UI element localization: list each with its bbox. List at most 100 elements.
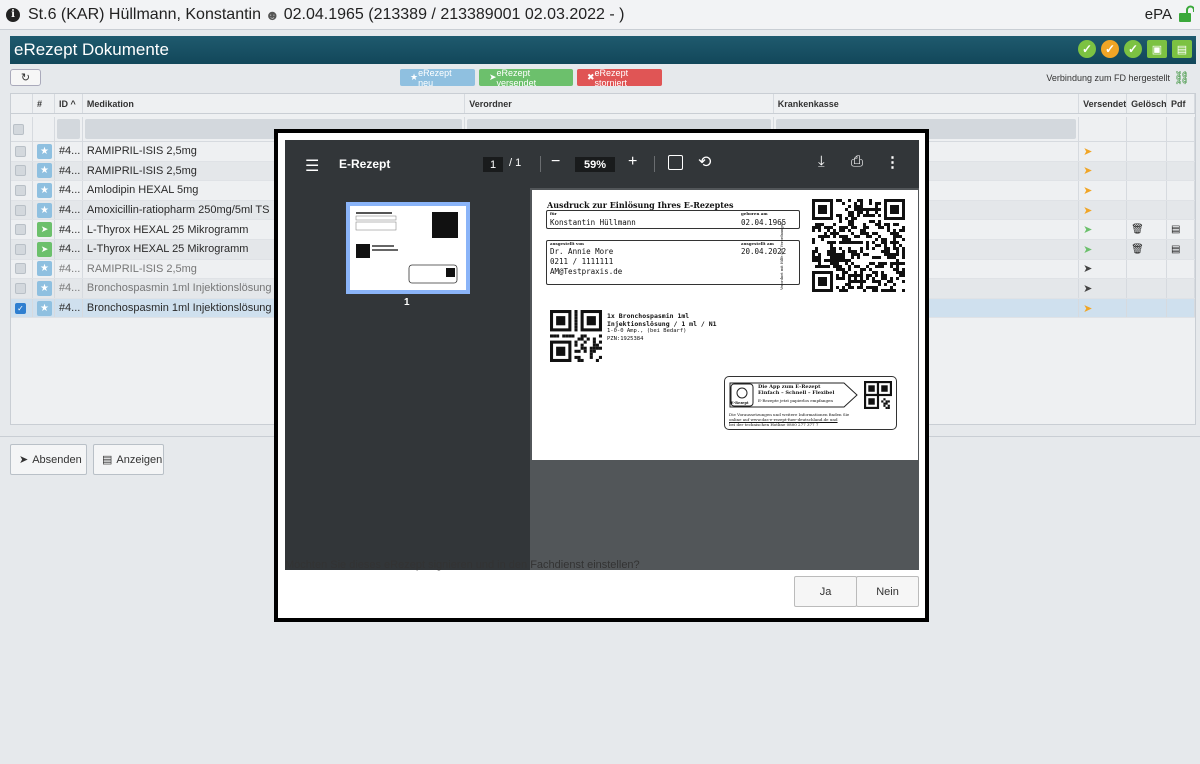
sent-icon: ➤ xyxy=(36,241,52,257)
pdf-viewer: ☰ E-Rezept 1 / 1 − 59% + ⟲ ⤓ ⎙ ⋮ 1 Ausdr… xyxy=(285,140,919,570)
menu-icon[interactable]: ☰ xyxy=(305,156,319,176)
toolbar-divider xyxy=(540,156,541,172)
row-pdf: ▤ xyxy=(1167,220,1195,239)
anzeigen-button[interactable]: ▤ Anzeigen xyxy=(93,444,164,475)
filter-id-input[interactable] xyxy=(56,119,80,139)
file-pdf-icon: ▤ xyxy=(102,454,113,466)
row-select xyxy=(11,181,33,200)
pdf-icon[interactable]: ▤ xyxy=(1171,244,1180,255)
yes-button[interactable]: Ja xyxy=(794,576,857,607)
row-checkbox[interactable] xyxy=(15,224,26,236)
row-id: #4... xyxy=(55,279,83,298)
row-geloescht xyxy=(1127,181,1168,200)
col-medikation[interactable]: Medikation xyxy=(83,94,466,113)
row-select xyxy=(11,200,33,220)
trash-icon[interactable]: 🗑 xyxy=(1131,244,1144,255)
row-select xyxy=(11,220,33,239)
filter-buttons: ★ eRezept neu ➤ eRezept versendet ✖ eRez… xyxy=(400,68,662,88)
thumbnail-page-number: 1 xyxy=(404,297,410,308)
app-logo-text: E-Rezept xyxy=(731,401,749,405)
no-button[interactable]: Nein xyxy=(856,576,919,607)
epa-label[interactable]: ePA xyxy=(1145,6,1172,23)
row-checkbox[interactable] xyxy=(15,204,26,216)
col-geloescht[interactable]: Gelöscht xyxy=(1127,94,1168,113)
row-pdf xyxy=(1167,161,1195,181)
page-number-input[interactable]: 1 xyxy=(483,157,503,172)
more-options-icon[interactable]: ⋮ xyxy=(885,153,900,171)
check-circle-icon[interactable]: ✓ xyxy=(1078,40,1096,58)
prescription-qr-code xyxy=(812,199,905,292)
row-id: #4... xyxy=(55,298,83,318)
star-icon: ★ xyxy=(36,182,52,198)
row-select xyxy=(11,142,33,161)
col-hash[interactable]: # xyxy=(33,94,55,113)
filter-neu-button[interactable]: ★ eRezept neu xyxy=(400,68,475,88)
medication-qr-code xyxy=(550,310,602,362)
sign-dialog-body: ☰ E-Rezept 1 / 1 − 59% + ⟲ ⤓ ⎙ ⋮ 1 Ausdr… xyxy=(278,133,925,618)
col-verordner[interactable]: Verordner xyxy=(465,94,774,113)
row-pdf xyxy=(1167,142,1195,161)
star-icon: ★ xyxy=(36,202,52,218)
row-checkbox[interactable] xyxy=(15,184,26,196)
patient-details: 02.04.1965 (213389 / 213389001 02.03.202… xyxy=(283,5,625,23)
row-id: #4... xyxy=(55,220,83,239)
filter-storniert-button[interactable]: ✖ eRezept storniert xyxy=(577,68,662,88)
id-badge-icon[interactable]: ▣ xyxy=(1147,40,1167,58)
section-title-bar: eRezept Dokumente ✓ ✓ ✓ ▣ ▤ xyxy=(10,36,1196,64)
print-icon[interactable]: ⎙ xyxy=(851,153,863,170)
send-pending-icon: ➤ xyxy=(1083,302,1093,315)
check-circle-warning-icon[interactable]: ✓ xyxy=(1101,40,1119,58)
row-geloescht: 🗑 xyxy=(1127,220,1168,239)
row-versendet: ➤ xyxy=(1079,259,1128,279)
doc-med-line2: Injektionslösung / 1 ml / N1 xyxy=(607,320,717,328)
col-krankenkasse[interactable]: Krankenkasse xyxy=(774,94,1080,113)
patient-name: St.6 (KAR) Hüllmann, Konstantin xyxy=(28,5,261,23)
refresh-button[interactable]: ↻ xyxy=(10,69,41,86)
row-geloescht xyxy=(1127,200,1168,220)
col-id[interactable]: ID ^ xyxy=(55,94,83,113)
row-versendet: ➤ xyxy=(1079,161,1128,181)
fit-page-icon[interactable] xyxy=(668,155,683,170)
row-pdf xyxy=(1167,181,1195,200)
row-checkbox[interactable] xyxy=(15,263,26,275)
send-cancelled-icon: ➤ xyxy=(1083,282,1093,295)
doc-side-note: Verordnet mit Hilfe der Verordnungen xyxy=(780,222,784,290)
zoom-in-icon[interactable]: + xyxy=(628,153,637,171)
row-checkbox[interactable] xyxy=(15,243,26,255)
col-pdf[interactable]: Pdf xyxy=(1167,94,1195,113)
row-checkbox-checked[interactable]: ✓ xyxy=(15,302,26,314)
row-checkbox[interactable] xyxy=(15,145,26,157)
sign-dialog: ☰ E-Rezept 1 / 1 − 59% + ⟲ ⤓ ⎙ ⋮ 1 Ausdr… xyxy=(274,129,929,622)
filter-versendet-button[interactable]: ➤ eRezept versendet xyxy=(479,68,573,88)
unlock-icon[interactable] xyxy=(1178,5,1194,23)
doctor-icon: ☻ xyxy=(265,6,280,23)
row-checkbox[interactable] xyxy=(15,165,26,177)
absenden-label: Absenden xyxy=(32,453,82,466)
rotate-icon[interactable]: ⟲ xyxy=(698,152,711,172)
row-geloescht xyxy=(1127,259,1168,279)
app-subtitle: Einfach – Schnell – Flexibel xyxy=(758,390,835,396)
row-checkbox[interactable] xyxy=(15,282,26,294)
select-all-checkbox[interactable] xyxy=(13,123,24,135)
download-icon[interactable]: ⤓ xyxy=(818,153,825,170)
star-icon: ★ xyxy=(36,163,52,179)
send-pending-icon: ➤ xyxy=(1083,204,1093,217)
page-thumbnail[interactable] xyxy=(346,202,470,294)
app-info-line3: bei der technischen Hotline 0800 277 377… xyxy=(729,422,819,427)
row-geloescht xyxy=(1127,142,1168,161)
col-select[interactable] xyxy=(11,94,33,113)
pdf-icon[interactable]: ▤ xyxy=(1171,224,1180,235)
verified-badge-icon[interactable]: ✓ xyxy=(1124,40,1142,58)
send-done-icon: ➤ xyxy=(1083,243,1093,256)
app-hint: E-Rezepte jetzt papierlos empfangen xyxy=(758,398,833,403)
info-icon[interactable]: i xyxy=(6,7,20,22)
zoom-input[interactable]: 59% xyxy=(575,157,615,172)
trash-icon[interactable]: 🗑 xyxy=(1131,224,1144,235)
zoom-out-icon[interactable]: − xyxy=(551,153,560,171)
id-card-icon[interactable]: ▤ xyxy=(1172,40,1192,58)
col-versendet[interactable]: Versendet xyxy=(1079,94,1128,113)
row-id: #4... xyxy=(55,142,83,161)
absenden-button[interactable]: ➤ Absenden xyxy=(10,444,87,475)
row-pdf xyxy=(1167,200,1195,220)
label-ausgestellt-von: ausgestellt von xyxy=(550,241,584,246)
